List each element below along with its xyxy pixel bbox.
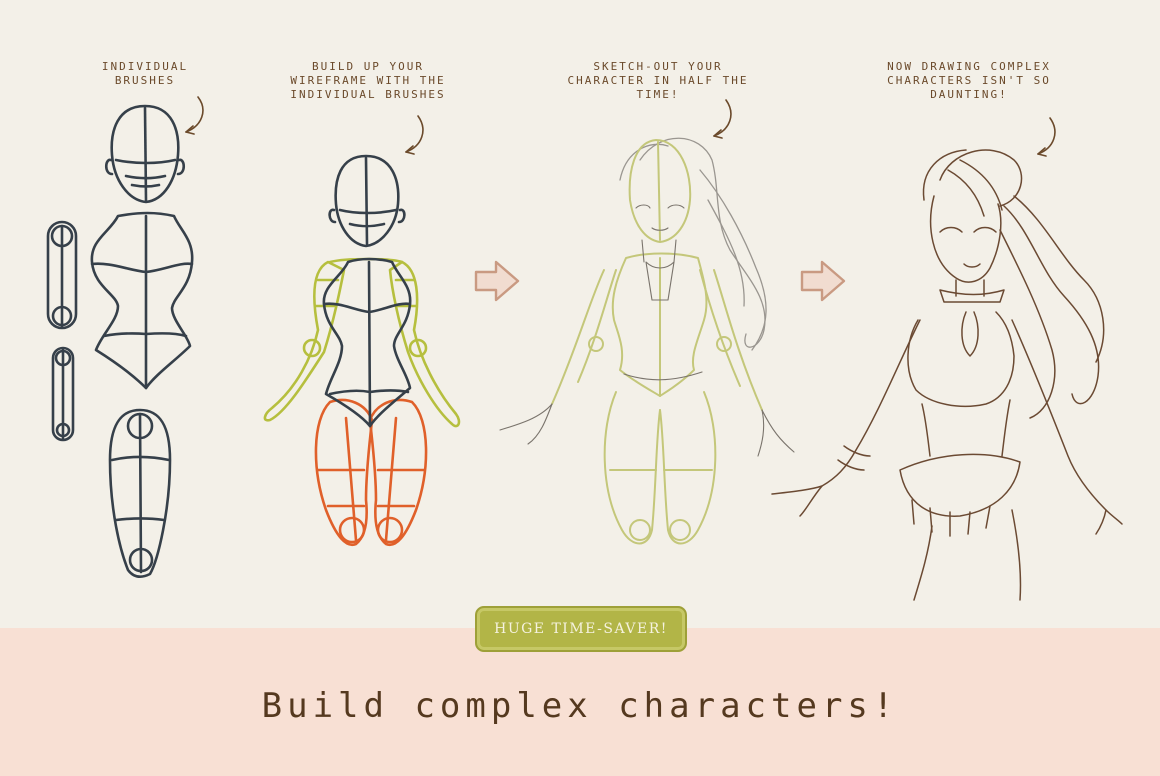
wireframe-figure (263, 154, 461, 547)
finished-body (771, 289, 1123, 601)
wireframe-arms (263, 257, 461, 428)
finished-hair (922, 149, 1105, 419)
finished-face (929, 195, 1002, 297)
sketch-wireframe-lime (551, 139, 763, 545)
leg-brush (108, 408, 172, 578)
badge-label: HUGE TIME-SAVER! (494, 621, 668, 637)
illustration-canvas (46, 96, 1123, 601)
curly-arrow-icon (405, 115, 424, 155)
time-saver-badge: HUGE TIME-SAVER! (475, 606, 687, 652)
sketch-pencil-lines (499, 204, 795, 457)
curly-arrow-icon (185, 96, 204, 135)
individual-brushes-set (46, 104, 194, 578)
curly-arrow-icon (713, 99, 732, 139)
finished-character-drawing (771, 149, 1123, 601)
arm-brush-lower (51, 346, 75, 442)
sketch-figure (499, 137, 795, 545)
wireframe-head-torso (322, 154, 412, 428)
arm-brush-upper (46, 220, 78, 330)
arrow-right-icon (474, 260, 520, 302)
headline: Build complex characters! (261, 686, 899, 726)
curly-arrow-icon (1037, 117, 1056, 157)
torso-brush (90, 211, 194, 390)
head-brush (104, 104, 186, 204)
arrow-right-icon (800, 260, 846, 302)
